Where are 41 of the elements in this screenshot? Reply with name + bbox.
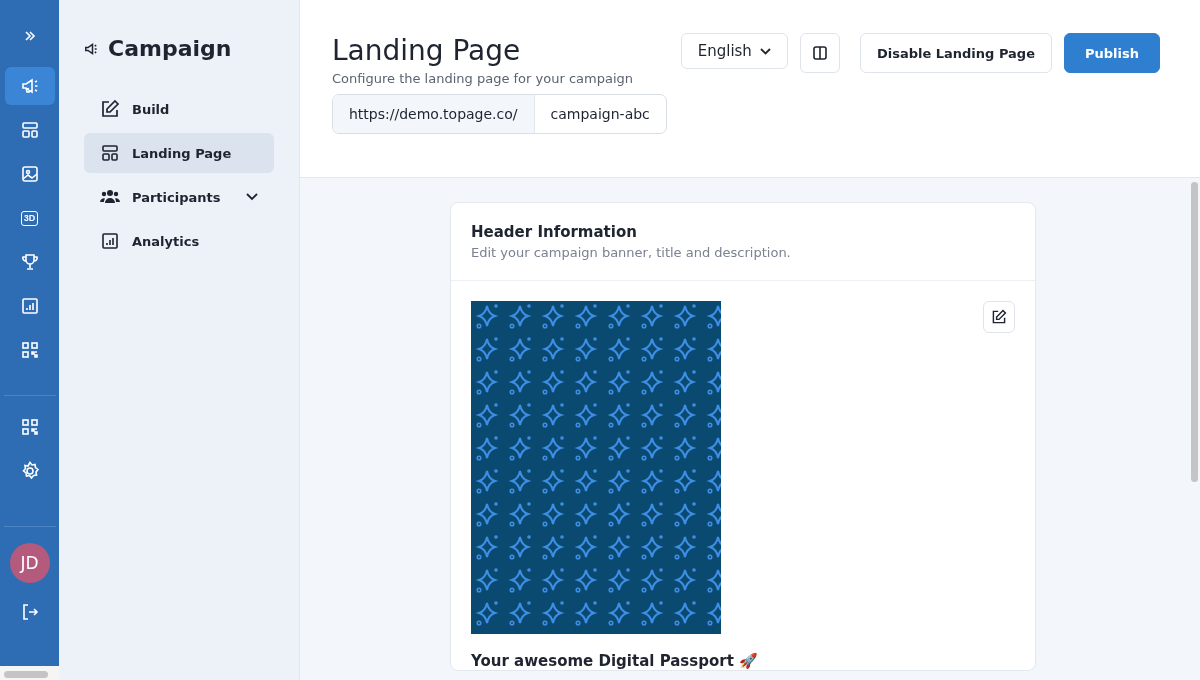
- edit-icon: [991, 309, 1007, 325]
- layout-icon: [20, 121, 39, 139]
- edit-button[interactable]: [983, 301, 1015, 333]
- campaign-title: Your awesome Digital Passport 🚀: [471, 652, 760, 670]
- url-field[interactable]: https://demo.topage.co/ campaign-abc: [332, 94, 667, 134]
- language-dropdown[interactable]: English: [680, 33, 788, 69]
- users-icon: [100, 189, 120, 205]
- split-view-icon: [811, 45, 828, 61]
- nav-item[interactable]: Build: [84, 89, 274, 129]
- publish-button[interactable]: Publish: [1064, 33, 1160, 73]
- qr-code-icon: [20, 341, 39, 359]
- expand-icon[interactable]: [23, 30, 36, 42]
- disable-button[interactable]: Disable Landing Page: [859, 33, 1052, 73]
- megaphone-icon: [20, 77, 39, 95]
- logout-icon[interactable]: [20, 603, 39, 621]
- chart-icon: [100, 233, 120, 249]
- caret-icon: [759, 47, 771, 55]
- trophy-icon: [20, 253, 39, 271]
- megaphone-icon: [84, 42, 98, 55]
- chart-icon: [20, 297, 39, 315]
- image-icon: [20, 165, 39, 183]
- nav-item[interactable]: Landing Page: [84, 133, 274, 173]
- user-avatar[interactable]: JD: [9, 543, 50, 583]
- 3d-button[interactable]: 3D: [4, 199, 55, 237]
- scrollbar[interactable]: [1191, 182, 1198, 482]
- split-view-button[interactable]: [799, 33, 840, 73]
- card-title: Header Information: [471, 223, 638, 241]
- 3d-icon: 3D: [20, 210, 39, 226]
- sidebar-title: Campaign: [108, 36, 232, 61]
- page-title: Landing Page: [332, 33, 522, 69]
- url-prefix: https://demo.topage.co/: [333, 95, 535, 133]
- page-subtitle: Configure the landing page for your campaign: [332, 71, 633, 86]
- nav-item[interactable]: Participants: [84, 177, 274, 217]
- qr-code-icon[interactable]: [20, 418, 39, 436]
- url-slug: campaign-abc: [549, 105, 651, 124]
- card-description: Edit your campaign banner, title and description.: [471, 245, 792, 260]
- edit-icon: [100, 99, 120, 119]
- nav-item[interactable]: Analytics: [84, 221, 274, 261]
- megaphone-button[interactable]: [4, 67, 55, 105]
- layout-icon: [100, 144, 120, 162]
- scrollbar[interactable]: [4, 671, 48, 678]
